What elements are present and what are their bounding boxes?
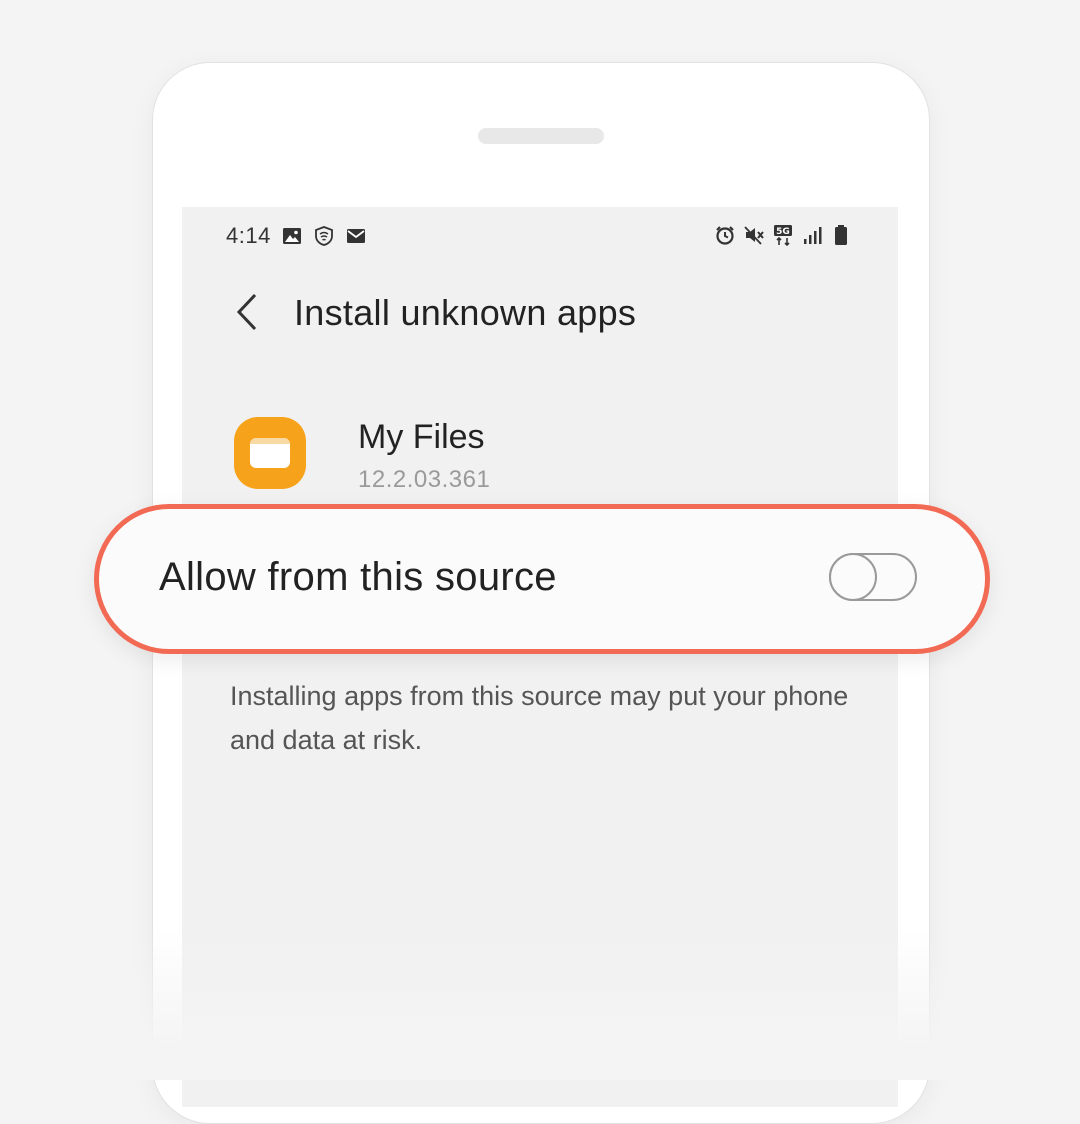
toggle-knob — [829, 553, 877, 601]
back-button[interactable] — [226, 290, 266, 338]
folder-icon — [234, 417, 306, 489]
status-bar-left: 4:14 — [226, 223, 367, 249]
network-label: 5G — [776, 227, 790, 237]
app-version: 12.2.03.361 — [358, 466, 491, 493]
5g-icon: 5G — [772, 224, 794, 246]
mail-icon — [345, 225, 367, 247]
allow-source-label: Allow from this source — [159, 555, 557, 599]
folder-shape — [250, 438, 290, 468]
chevron-left-icon — [233, 292, 259, 337]
phone-screen — [182, 207, 898, 1107]
risk-warning-text: Installing apps from this source may put… — [230, 681, 849, 755]
mute-icon — [743, 224, 765, 246]
status-time: 4:14 — [226, 223, 271, 248]
alarm-icon — [714, 224, 736, 246]
battery-icon — [830, 224, 852, 246]
app-bar: Install unknown apps — [182, 286, 898, 342]
page-title: Install unknown apps — [294, 292, 637, 333]
app-name: My Files — [358, 418, 485, 456]
allow-source-setting-row[interactable]: Allow from this source — [94, 504, 990, 654]
app-info: My Files 12.2.03.361 — [182, 410, 898, 500]
shield-icon — [313, 225, 335, 247]
phone-speaker — [478, 128, 604, 144]
signal-icon — [801, 224, 823, 246]
image-icon — [281, 225, 303, 247]
allow-source-toggle[interactable] — [829, 553, 917, 601]
status-bar-right: 5G — [714, 224, 852, 246]
status-bar: 4:14 5G — [182, 218, 898, 256]
